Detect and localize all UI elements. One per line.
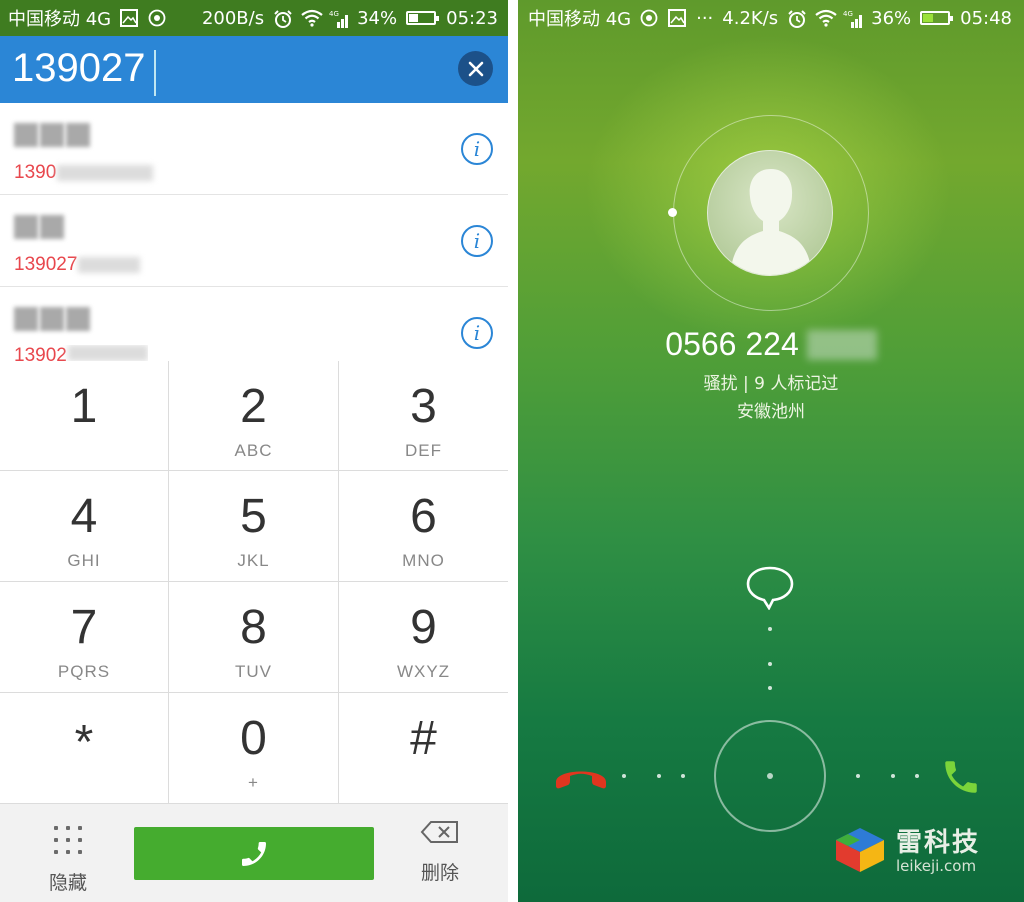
notification-icon (640, 9, 660, 27)
swipe-hint-dot (891, 774, 895, 778)
swipe-hint-dot (768, 662, 772, 666)
contact-number: 13902 (14, 345, 148, 361)
alarm-icon (273, 9, 293, 28)
network-speed: 4.2K/s (722, 7, 779, 29)
caller-location: 安徽池州 (737, 402, 805, 422)
carrier-label: 中国移动 4G (8, 9, 112, 30)
swipe-hint-dot (681, 774, 685, 778)
clear-icon[interactable] (458, 51, 493, 86)
keypad-icon (54, 826, 82, 854)
watermark-brand: 雷科技 (896, 828, 981, 858)
hide-keypad-button[interactable]: 隐藏 (30, 822, 106, 894)
more-notifications-icon: ··· (696, 7, 714, 29)
clock: 05:48 (960, 7, 1012, 29)
leikeji-logo (836, 827, 884, 872)
dial-input-bar[interactable]: 139027 (0, 36, 508, 103)
phone-icon (242, 841, 266, 866)
answer-slider-handle[interactable] (714, 720, 826, 832)
battery-icon (406, 11, 440, 25)
wifi-icon (301, 9, 323, 27)
backspace-icon (420, 821, 458, 843)
contact-name-redacted (14, 123, 92, 149)
key-star[interactable]: * (0, 693, 169, 804)
key-7[interactable]: 7 PQRS (0, 582, 169, 693)
svg-text:4G: 4G (329, 10, 339, 18)
swipe-hint-dot (768, 627, 772, 631)
person-icon (730, 169, 812, 275)
key-6[interactable]: 6 MNO (339, 471, 508, 582)
wifi-icon (815, 9, 837, 27)
alarm-icon (787, 9, 807, 28)
message-reply-icon[interactable] (745, 564, 795, 614)
signal-icon: 4G (843, 9, 863, 28)
notification-icon (148, 9, 168, 27)
key-8[interactable]: 8 TUV (169, 582, 339, 693)
status-bar: 中国移动 4G ··· 4.2K/s 4G 36% 05:48 (518, 0, 1024, 36)
image-divider (508, 0, 518, 902)
delete-button[interactable]: 删除 (404, 820, 476, 890)
dialer-screen: 中国移动 4G 200B/s 4G 34% 05:23 139027 1390 … (0, 0, 508, 902)
dialed-number[interactable]: 139027 (12, 46, 145, 91)
hide-label: 隐藏 (48, 872, 87, 894)
info-icon[interactable]: i (461, 317, 493, 349)
info-icon[interactable]: i (461, 225, 493, 257)
ring-dot (668, 208, 677, 217)
carrier-label: 中国移动 4G (528, 9, 632, 30)
text-cursor (154, 50, 156, 96)
image-icon (120, 9, 140, 27)
spam-tag: 骚扰 | 9 人标记过 (703, 374, 839, 394)
contact-row[interactable]: 13902 i (0, 287, 508, 361)
key-hash[interactable]: # (339, 693, 508, 804)
delete-label: 删除 (420, 862, 459, 884)
key-5[interactable]: 5 JKL (169, 471, 339, 582)
key-1[interactable]: 1 (0, 361, 169, 471)
key-9[interactable]: 9 WXYZ (339, 582, 508, 693)
watermark: 雷科技 leikeji.com (832, 822, 980, 875)
caller-avatar (707, 150, 833, 276)
status-bar: 中国移动 4G 200B/s 4G 34% 05:23 (0, 0, 508, 36)
swipe-hint-dot (915, 774, 919, 778)
contact-name-redacted (14, 215, 92, 241)
network-speed: 200B/s (201, 7, 265, 29)
redacted-digits (806, 329, 877, 360)
dial-keypad: 1 2 ABC 3 DEF 4 GHI 5 JKL 6 MNO 7 PQRS 8 TUV 9W… (0, 361, 508, 804)
signal-icon: 4G (329, 9, 349, 28)
incoming-call-screen: 中国移动 4G ··· 4.2K/s 4G 36% 05:48 0566 224… (518, 0, 1024, 902)
key-2[interactable]: 2 ABC (169, 361, 339, 471)
swipe-hint-dot (657, 774, 661, 778)
decline-call-icon[interactable] (552, 760, 610, 794)
key-0[interactable]: 0 + (169, 693, 339, 804)
battery-charging-icon (920, 11, 954, 25)
swipe-hint-dot (622, 774, 626, 778)
battery-percent: 36% (871, 7, 912, 29)
contact-number: 1390 (14, 162, 154, 184)
watermark-domain: leikeji.com (896, 857, 977, 875)
key-4[interactable]: 4 GHI (0, 471, 169, 582)
image-icon (668, 9, 688, 27)
call-button[interactable] (134, 827, 374, 880)
contact-number: 139027 (14, 254, 141, 276)
swipe-hint-dot (856, 774, 860, 778)
info-icon[interactable]: i (461, 133, 493, 165)
swipe-hint-dot (768, 686, 772, 690)
answer-call-icon[interactable] (940, 756, 982, 802)
svg-text:4G: 4G (843, 10, 853, 18)
contact-row[interactable]: 1390 i (0, 103, 508, 195)
key-3[interactable]: 3 DEF (339, 361, 508, 471)
clock: 05:23 (446, 7, 498, 29)
contact-name-redacted (14, 307, 92, 333)
battery-percent: 34% (357, 7, 398, 29)
caller-number: 0566 224 (518, 326, 1024, 363)
contact-row[interactable]: 139027 i (0, 195, 508, 287)
